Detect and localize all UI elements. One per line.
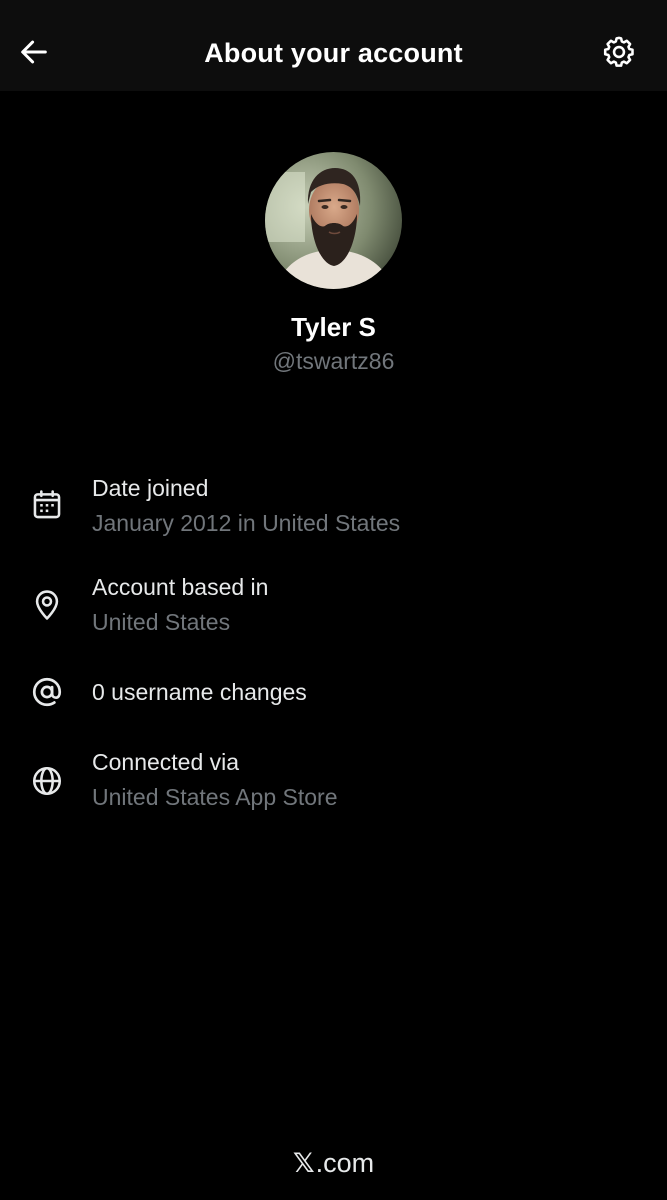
display-name: Tyler S: [291, 312, 376, 342]
gear-icon: [603, 36, 634, 67]
at-sign-icon: [27, 672, 67, 712]
user-handle: @tswartz86: [272, 348, 395, 374]
connected-via-value: United States App Store: [92, 784, 338, 810]
location-pin-icon: [27, 585, 67, 625]
date-joined-value: January 2012 in United States: [92, 510, 401, 536]
settings-button[interactable]: [599, 32, 639, 72]
date-joined-label: Date joined: [92, 475, 209, 501]
avatar: [265, 152, 402, 289]
account-based-label: Account based in: [92, 574, 269, 600]
footer-domain: .com: [315, 1148, 375, 1178]
page-title: About your account: [204, 38, 463, 68]
x-logo-mark: 𝕏: [292, 1148, 315, 1179]
account-based-value: United States: [92, 609, 231, 635]
x-com-logo: 𝕏.com: [0, 1146, 667, 1181]
top-app-bar: About your account: [0, 0, 667, 91]
calendar-icon: [27, 485, 67, 525]
globe-icon: [27, 761, 67, 801]
connected-via-label: Connected via: [92, 749, 240, 775]
username-changes-label: 0 username changes: [92, 679, 307, 705]
